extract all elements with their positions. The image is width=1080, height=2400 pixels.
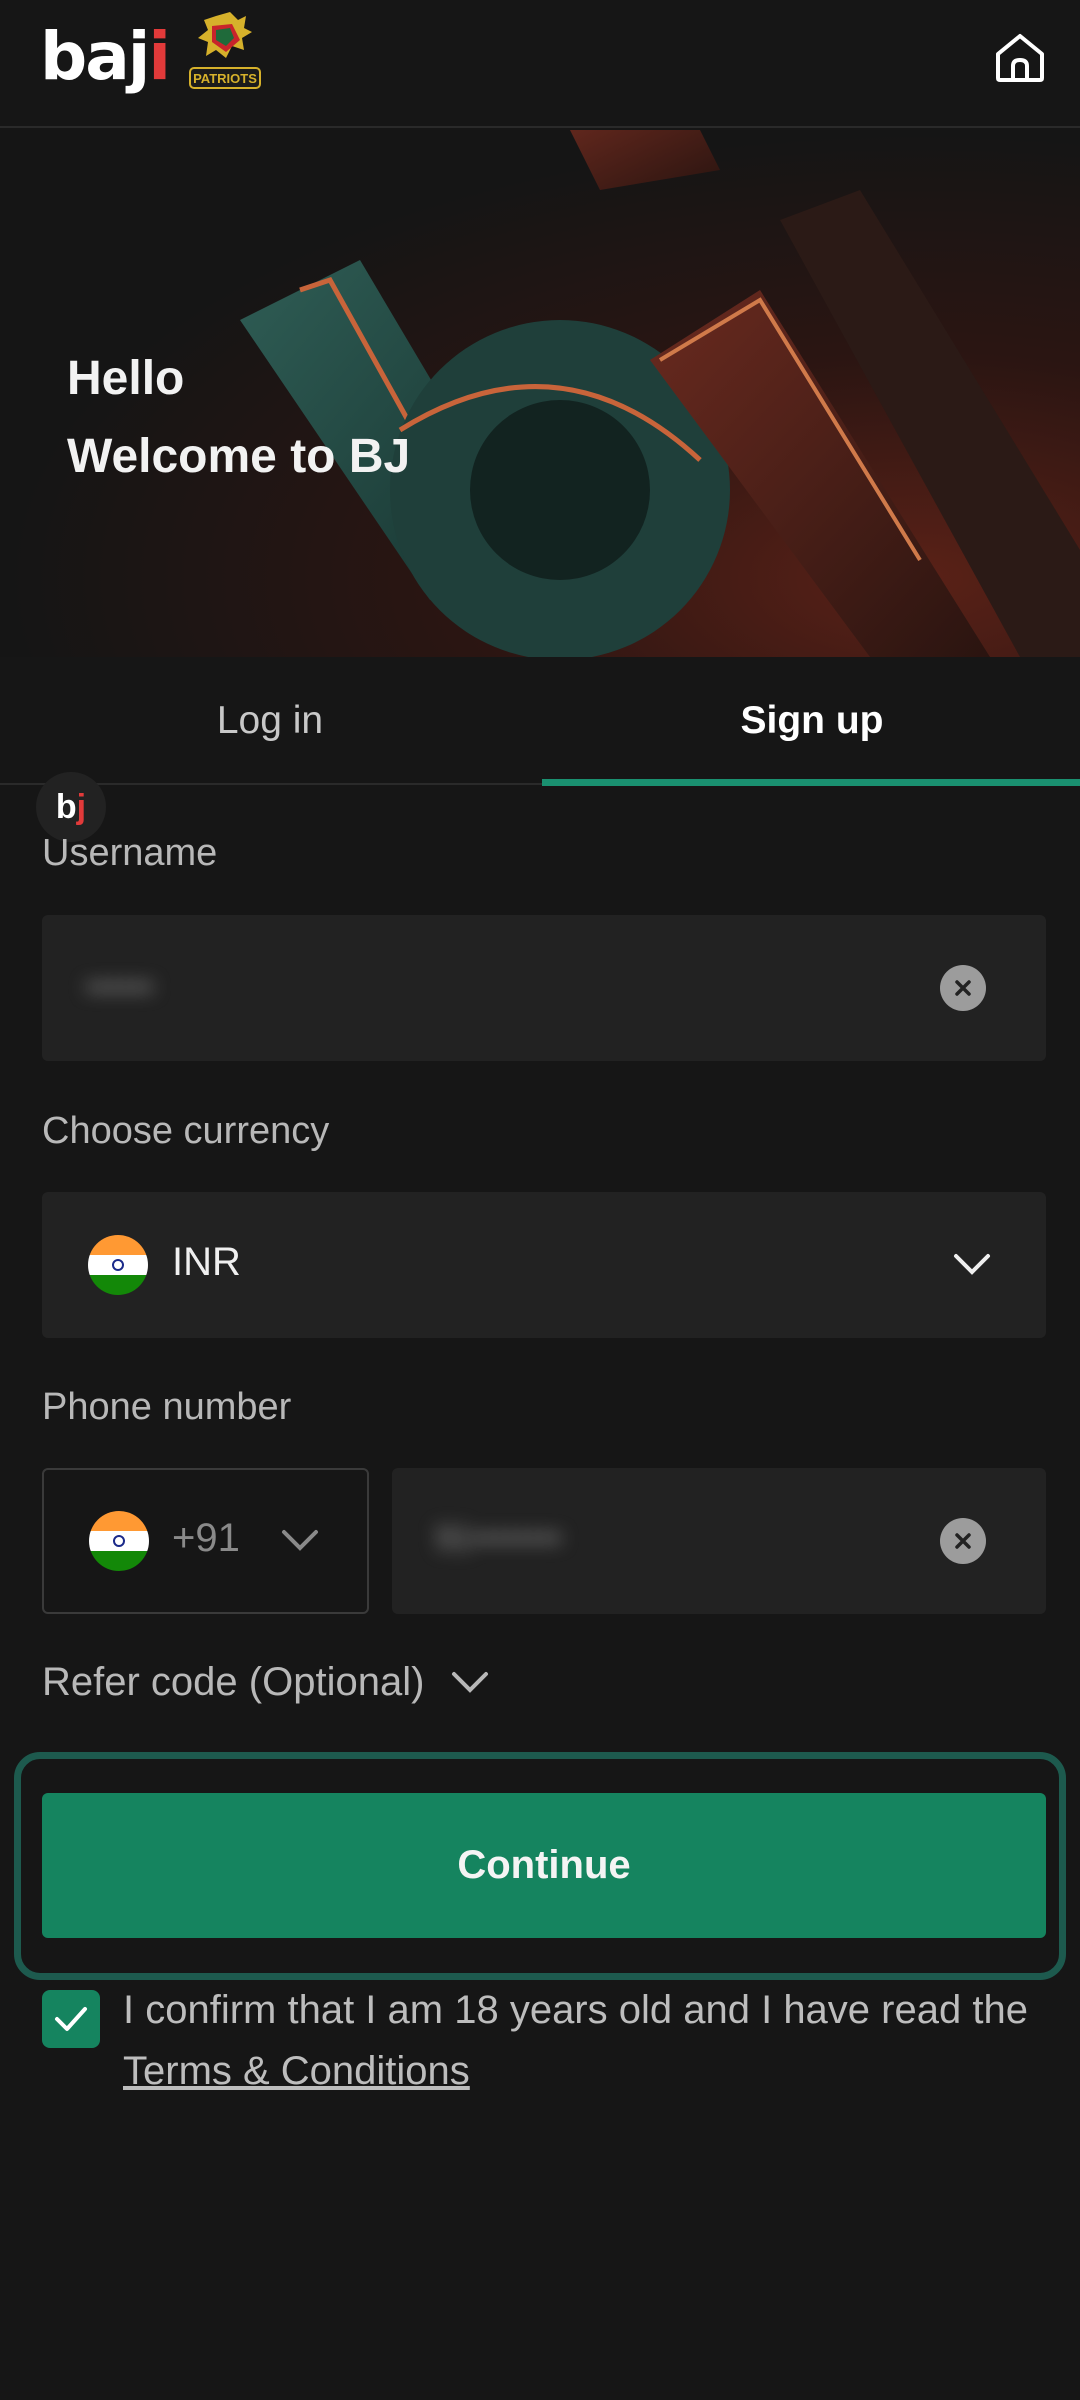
auth-tabs: Log in Sign up [0, 657, 1080, 786]
clear-username-button[interactable] [940, 965, 986, 1011]
india-flag-icon [89, 1511, 149, 1571]
baji-logo[interactable]: baji [40, 18, 171, 95]
phone-value: 91•••••••• [436, 1520, 562, 1556]
currency-label: Choose currency [42, 1110, 330, 1152]
username-input[interactable]: •••••• [42, 915, 1046, 1061]
close-icon [955, 980, 971, 996]
refer-code-label: Refer code (Optional) [42, 1660, 425, 1704]
welcome-heading: Hello Welcome to BJ [67, 352, 411, 483]
country-code-select[interactable]: +91 [42, 1468, 369, 1614]
tab-signup[interactable]: Sign up [542, 657, 1080, 785]
top-header: baji PATRIOTS [0, 0, 1080, 128]
currency-select[interactable]: INR [42, 1192, 1046, 1338]
age-confirm-checkbox[interactable] [42, 1990, 100, 2048]
welcome-banner: Hello Welcome to BJ [0, 130, 1080, 657]
chevron-down-icon [452, 1671, 489, 1693]
clear-phone-button[interactable] [940, 1518, 986, 1564]
close-icon [955, 1533, 971, 1549]
home-icon [996, 34, 1044, 82]
terms-link[interactable]: Terms & Conditions [123, 2049, 470, 2093]
checkmark-icon [55, 2007, 87, 2031]
chevron-down-icon [282, 1530, 318, 1551]
refer-code-toggle[interactable]: Refer code (Optional) [42, 1660, 490, 1705]
phone-label: Phone number [42, 1386, 292, 1428]
patriots-logo: PATRIOTS [189, 12, 261, 89]
username-value: •••••• [86, 969, 154, 1005]
currency-value: INR [172, 1240, 241, 1284]
india-flag-icon [88, 1235, 148, 1295]
active-tab-indicator [542, 779, 1080, 786]
username-label: Username [42, 832, 218, 874]
home-button[interactable] [990, 28, 1050, 88]
country-code-value: +91 [172, 1516, 240, 1560]
chevron-down-icon [954, 1254, 990, 1275]
continue-button[interactable]: Continue [42, 1793, 1046, 1938]
tab-login[interactable]: Log in [0, 657, 540, 785]
svg-text:PATRIOTS: PATRIOTS [193, 71, 257, 86]
age-confirm-text: I confirm that I am 18 years old and I h… [123, 1988, 1028, 2093]
phone-input[interactable]: 91•••••••• [392, 1468, 1046, 1614]
